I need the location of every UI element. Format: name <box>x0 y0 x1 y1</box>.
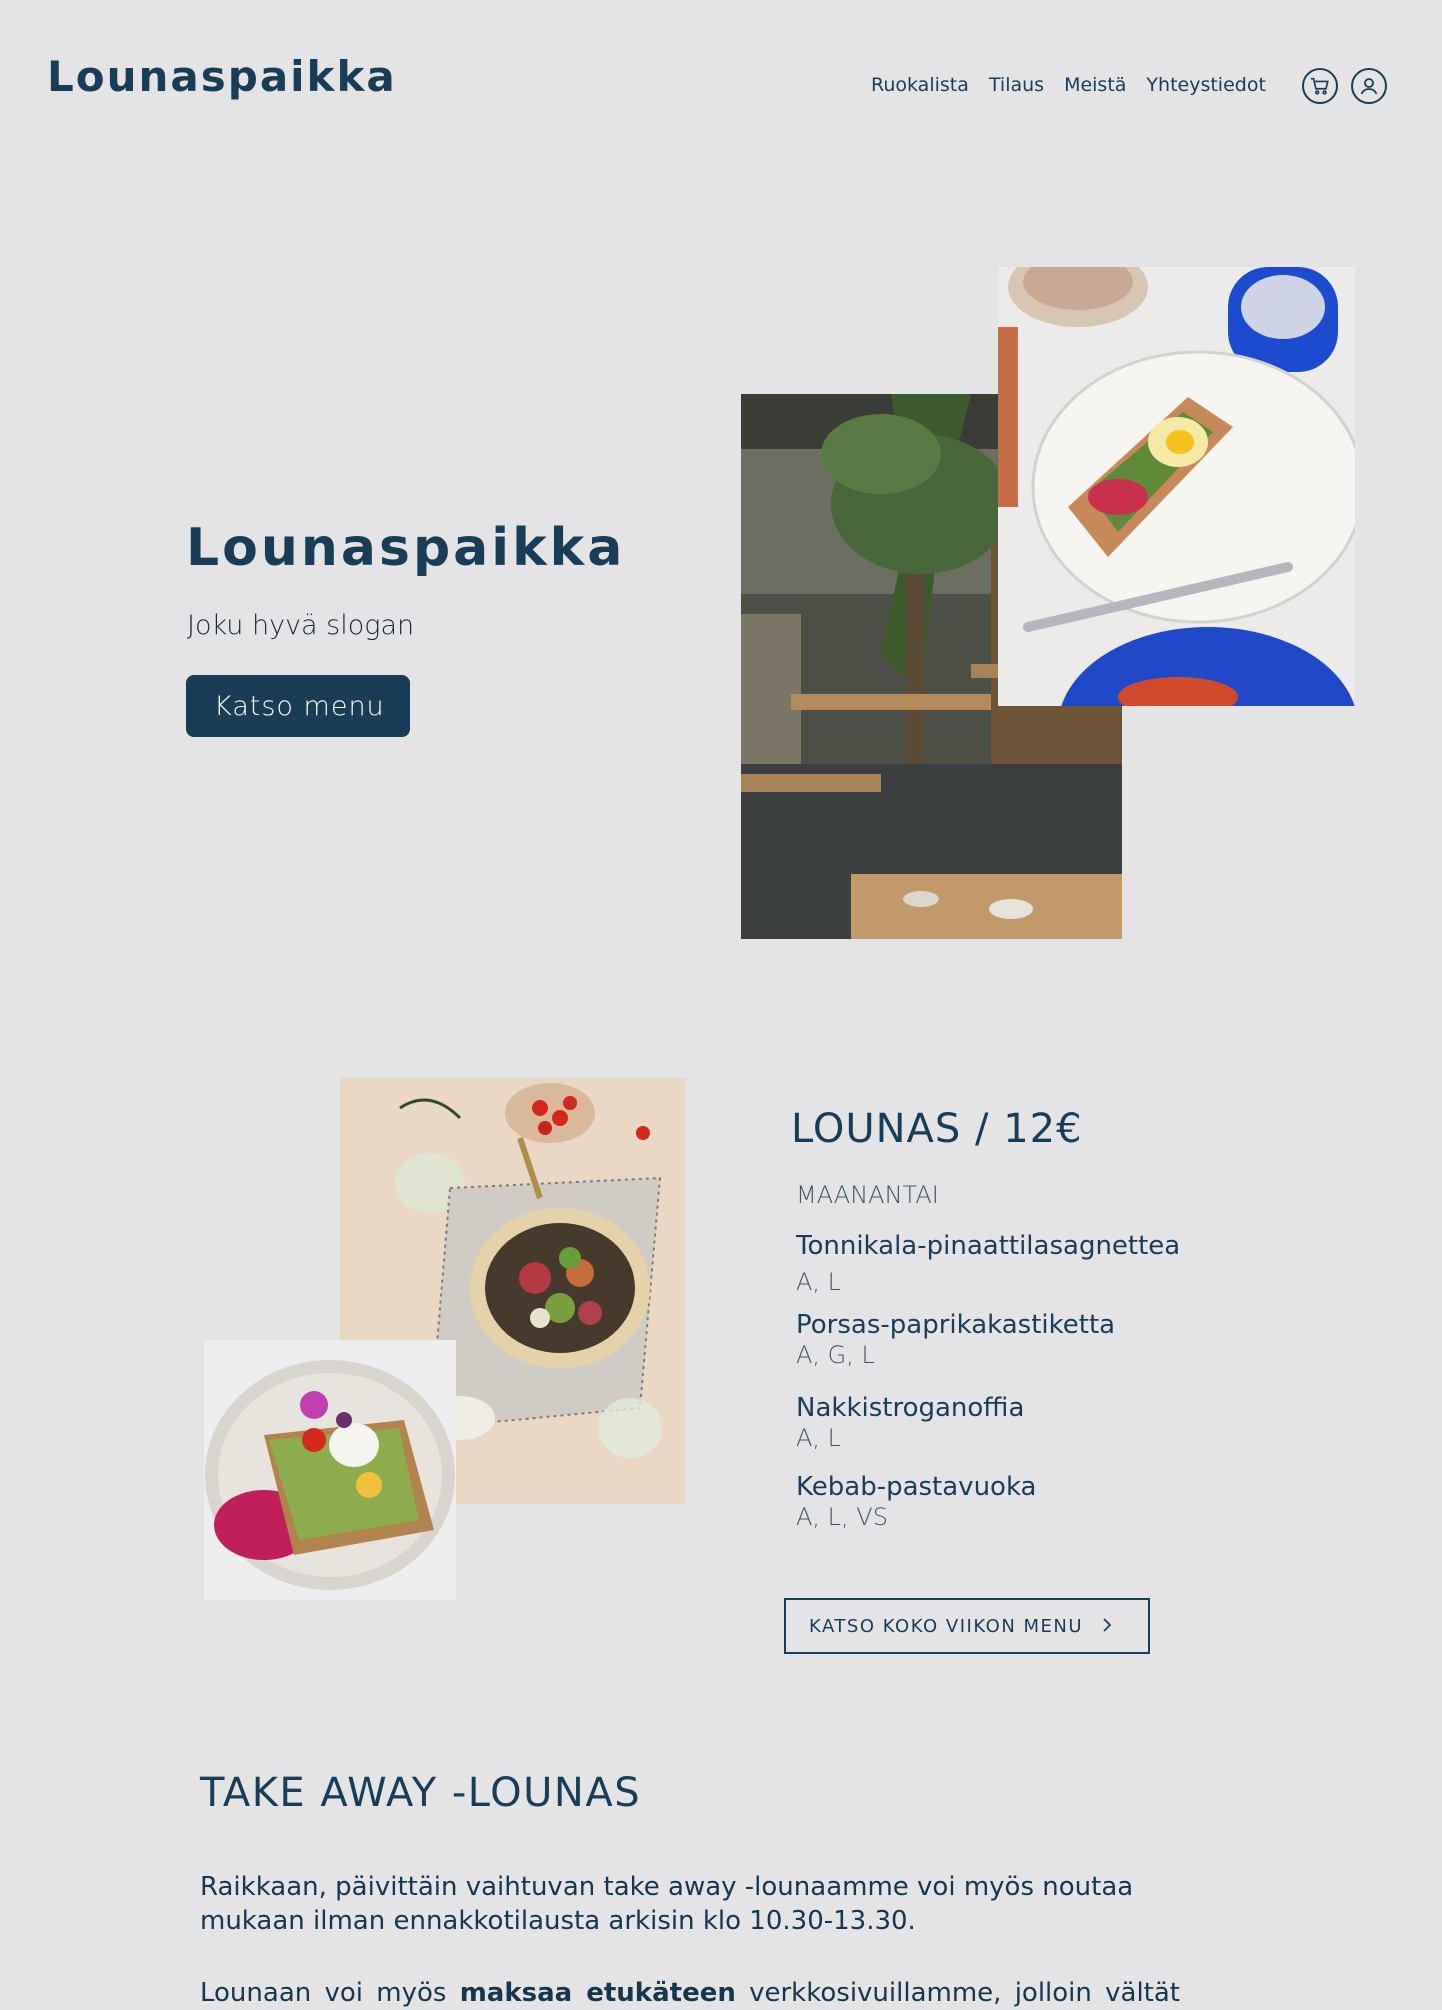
takeaway-title: TAKE AWAY -LOUNAS <box>200 1770 642 1816</box>
chevron-right-icon <box>1101 1614 1113 1638</box>
nav-item-yhteystiedot[interactable]: Yhteystiedot <box>1146 74 1265 96</box>
dish-name: Tonnikala-pinaattilasagnettea <box>796 1231 1181 1261</box>
nav-item-tilaus[interactable]: Tilaus <box>989 74 1044 96</box>
main-nav: Ruokalista Tilaus Meistä Yhteystiedot <box>871 74 1266 96</box>
hero-title: Lounaspaikka <box>186 518 626 578</box>
cart-icon <box>1310 77 1329 95</box>
site-logo[interactable]: Lounaspaikka <box>47 52 397 101</box>
view-menu-button[interactable]: Katso menu <box>186 675 410 737</box>
food-plate-photo <box>998 267 1355 706</box>
dish-name: Porsas-paprikakastiketta <box>796 1310 1116 1340</box>
nav-item-meista[interactable]: Meistä <box>1064 74 1126 96</box>
lunch-menu-title: LOUNAS / 12€ <box>791 1106 1083 1152</box>
account-button[interactable] <box>1351 68 1387 104</box>
dish-diet: A, G, L <box>796 1341 875 1369</box>
user-icon <box>1360 78 1378 95</box>
dish-name: Kebab-pastavuoka <box>796 1472 1037 1502</box>
hero-slogan: Joku hyvä slogan <box>187 610 415 641</box>
takeaway-text-2-end: verkkosivuillamme, jolloin vältät <box>735 1978 1180 2008</box>
view-week-menu-label: KATSO KOKO VIIKON MENU <box>809 1615 1084 1637</box>
nav-item-ruokalista[interactable]: Ruokalista <box>871 74 969 96</box>
menu-day: MAANANTAI <box>796 1181 939 1209</box>
dish-diet: A, L, VS <box>796 1503 888 1531</box>
takeaway-text-2-bold: maksaa etukäteen <box>459 1978 736 2008</box>
dish-name: Nakkistroganoffia <box>796 1393 1025 1423</box>
view-week-menu-button[interactable]: KATSO KOKO VIIKON MENU <box>784 1598 1150 1654</box>
avocado-toast-photo <box>204 1340 456 1600</box>
dish-diet: A, L <box>796 1424 842 1452</box>
takeaway-text-2: Lounaan voi myös maksaa etukäteen verkko… <box>200 1976 1180 2010</box>
takeaway-text-2-start: Lounaan voi myös <box>200 1978 460 2008</box>
dish-diet: A, L <box>796 1268 842 1296</box>
cart-button[interactable] <box>1302 68 1338 104</box>
takeaway-text: Raikkaan, päivittäin vaihtuvan take away… <box>200 1872 1134 1936</box>
